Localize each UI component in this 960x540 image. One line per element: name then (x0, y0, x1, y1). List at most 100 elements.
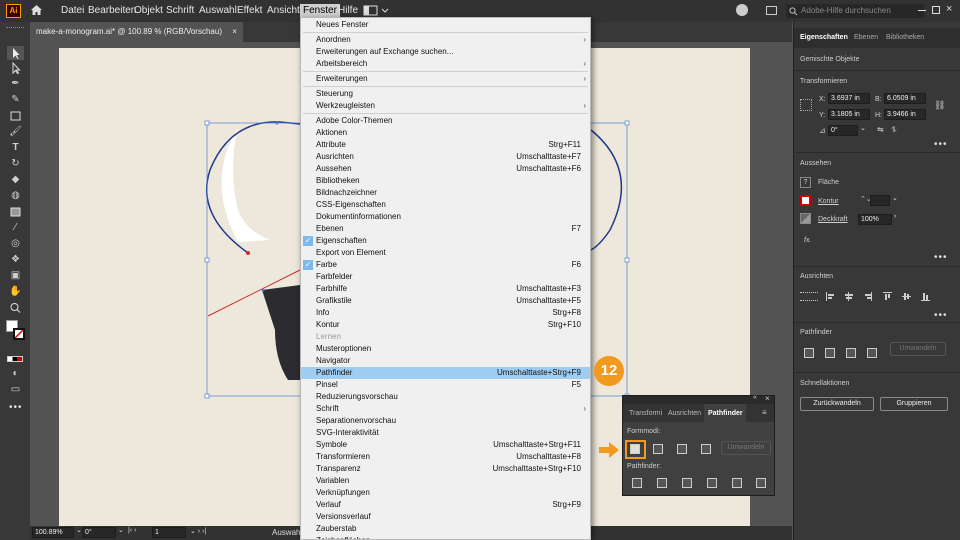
menu-item-symbole[interactable]: Symbole Umschalttaste+Strg+F11 (301, 439, 590, 451)
menu-item-lernen[interactable]: Lernen (301, 331, 590, 343)
y-field[interactable]: 3.1805 in (828, 109, 870, 120)
menu-item-svg-interaktivität[interactable]: SVG-Interaktivität (301, 427, 590, 439)
align-options-icon[interactable] (800, 292, 818, 301)
menu-item-versionsverlauf[interactable]: Versionsverlauf (301, 511, 590, 523)
stroke-weight-dropdown-icon[interactable]: ⌄ (892, 194, 898, 202)
pathfinder-expand-button[interactable]: Umwandeln (890, 342, 946, 356)
tab-ausrichten[interactable]: Ausrichten (668, 410, 701, 417)
exclude-icon[interactable] (867, 348, 877, 358)
menu-item-erweiterungen-auf-exchange-suchen[interactable]: Erweiterungen auf Exchange suchen... (301, 46, 590, 58)
align-right-icon[interactable] (864, 292, 872, 301)
menu-item-navigator[interactable]: Navigator (301, 355, 590, 367)
menu-item-transparenz[interactable]: Transparenz Umschalttaste+Strg+F10 (301, 463, 590, 475)
menu-item-aussehen[interactable]: Aussehen Umschalttaste+F6 (301, 163, 590, 175)
appearance-more-icon[interactable]: ••• (934, 252, 948, 263)
reference-point-icon[interactable] (800, 99, 812, 111)
h-field[interactable]: 3.9466 in (884, 109, 926, 120)
group-button[interactable]: Gruppieren (880, 397, 948, 411)
menu-item-arbeitsbereich[interactable]: Arbeitsbereich › (301, 58, 590, 70)
menu-item-grafikstile[interactable]: Grafikstile Umschalttaste+F5 (301, 295, 590, 307)
stroke-weight-field[interactable] (870, 195, 890, 206)
menu-item-separationenvorschau[interactable]: Separationenvorschau (301, 415, 590, 427)
angle-field[interactable]: 0° (828, 125, 858, 136)
menu-item-css-eigenschaften[interactable]: CSS-Eigenschaften (301, 199, 590, 211)
panel-menu-icon[interactable]: ≡ (762, 408, 767, 417)
menu-item-zauberstab[interactable]: Zauberstab (301, 523, 590, 535)
menu-item-dokumentinformationen[interactable]: Dokumentinformationen (301, 211, 590, 223)
zoom-field[interactable]: 100.89% (32, 527, 74, 538)
collapse-panel-icon[interactable]: « (753, 394, 757, 401)
menu-item-zeichenflächen[interactable]: Zeichenflächen (301, 535, 590, 539)
menu-item-verlauf[interactable]: Verlauf Strg+F9 (301, 499, 590, 511)
menu-item-farbfelder[interactable]: Farbfelder (301, 271, 590, 283)
menu-item-transformieren[interactable]: Transformieren Umschalttaste+F8 (301, 451, 590, 463)
menu-item-steuerung[interactable]: Steuerung (301, 88, 590, 100)
menu-item-bibliotheken[interactable]: Bibliotheken (301, 175, 590, 187)
opacity-arrow-icon[interactable]: › (894, 213, 896, 220)
menu-item-eigenschaften[interactable]: ✓ Eigenschaften (301, 235, 590, 247)
menu-item-adobe-color-themen[interactable]: Adobe Color-Themen (301, 115, 590, 127)
minus-front-icon[interactable] (825, 348, 835, 358)
menu-item-musteroptionen[interactable]: Musteroptionen (301, 343, 590, 355)
menu-item-pinsel[interactable]: Pinsel F5 (301, 379, 590, 391)
menu-item-farbe[interactable]: ✓ Farbe F6 (301, 259, 590, 271)
panel-titlebar[interactable] (623, 396, 774, 404)
opacity-label[interactable]: Deckkraft (818, 216, 848, 223)
angle-dropdown-icon[interactable]: ⌄ (860, 124, 866, 132)
close-panel-icon[interactable]: × (765, 394, 770, 403)
rotation-dropdown-icon[interactable]: ⌄ (118, 526, 124, 534)
unite-icon[interactable] (804, 348, 814, 358)
tab-bibliotheken[interactable]: Bibliotheken (886, 34, 924, 41)
menu-item-anordnen[interactable]: Anordnen › (301, 34, 590, 46)
artboard-nav-prev[interactable]: |‹ ‹ (128, 527, 136, 534)
ungroup-button[interactable]: Zurückwandeln (800, 397, 874, 411)
menu-item-ausrichten[interactable]: Ausrichten Umschalttaste+F7 (301, 151, 590, 163)
pf-outline-icon[interactable] (732, 478, 742, 488)
menu-item-ebenen[interactable]: Ebenen F7 (301, 223, 590, 235)
opacity-icon[interactable] (800, 213, 811, 224)
flip-horizontal-icon[interactable]: ⇋ (877, 125, 884, 134)
menu-item-export-von-element[interactable]: Export von Element (301, 247, 590, 259)
b-field[interactable]: 6.0509 in (884, 93, 926, 104)
pf-minus-back-icon[interactable] (756, 478, 766, 488)
align-center-h-icon[interactable] (845, 292, 853, 301)
pf-trim-icon[interactable] (657, 478, 667, 488)
intersect-icon[interactable] (846, 348, 856, 358)
menu-item-werkzeugleisten[interactable]: Werkzeugleisten › (301, 100, 590, 112)
tab-pathfinder[interactable]: Pathfinder (708, 410, 743, 417)
fill-unknown-icon[interactable]: ? (800, 177, 811, 188)
artboard-nav-next[interactable]: ⌄ › ›| (190, 527, 206, 535)
menu-item-aktionen[interactable]: Aktionen (301, 127, 590, 139)
x-field[interactable]: 3.6937 in (828, 93, 870, 104)
menu-item-verknüpfungen[interactable]: Verknüpfungen (301, 487, 590, 499)
align-left-icon[interactable] (826, 292, 834, 301)
align-center-v-icon[interactable] (902, 292, 911, 301)
fx-button[interactable]: fx. (804, 237, 811, 244)
menu-item-erweiterungen[interactable]: Erweiterungen › (301, 73, 590, 85)
menu-item-attribute[interactable]: Attribute Strg+F11 (301, 139, 590, 151)
pf-intersect-icon[interactable] (677, 444, 687, 454)
tab-transformieren[interactable]: Transformi (629, 410, 662, 417)
pf-minus-front-icon[interactable] (653, 444, 663, 454)
pf-merge-icon[interactable] (682, 478, 692, 488)
artboard-number-field[interactable]: 1 (152, 527, 186, 538)
tab-ebenen[interactable]: Ebenen (854, 34, 878, 41)
rotation-field[interactable]: 0° (82, 527, 116, 538)
menu-item-schrift[interactable]: Schrift › (301, 403, 590, 415)
transform-more-icon[interactable]: ••• (934, 139, 948, 150)
opacity-field[interactable]: 100% (858, 214, 892, 225)
align-top-icon[interactable] (883, 292, 892, 301)
menu-item-bildnachzeichner[interactable]: Bildnachzeichner (301, 187, 590, 199)
menu-item-reduzierungsvorschau[interactable]: Reduzierungsvorschau (301, 391, 590, 403)
pf-crop-icon[interactable] (707, 478, 717, 488)
zoom-dropdown-icon[interactable]: ⌄ (76, 526, 82, 534)
menu-item-farbhilfe[interactable]: Farbhilfe Umschalttaste+F3 (301, 283, 590, 295)
pf-divide-icon[interactable] (632, 478, 642, 488)
menu-item-pathfinder[interactable]: Pathfinder Umschalttaste+Strg+F9 (301, 367, 590, 379)
align-bottom-icon[interactable] (921, 292, 930, 301)
pf-unite-icon[interactable] (630, 444, 640, 454)
stroke-color-icon[interactable] (800, 195, 811, 206)
constrain-proportions-icon[interactable]: ⛓ (934, 100, 945, 111)
menu-item-neues-fenster[interactable]: Neues Fenster (301, 19, 590, 31)
tab-eigenschaften[interactable]: Eigenschaften (800, 34, 848, 41)
